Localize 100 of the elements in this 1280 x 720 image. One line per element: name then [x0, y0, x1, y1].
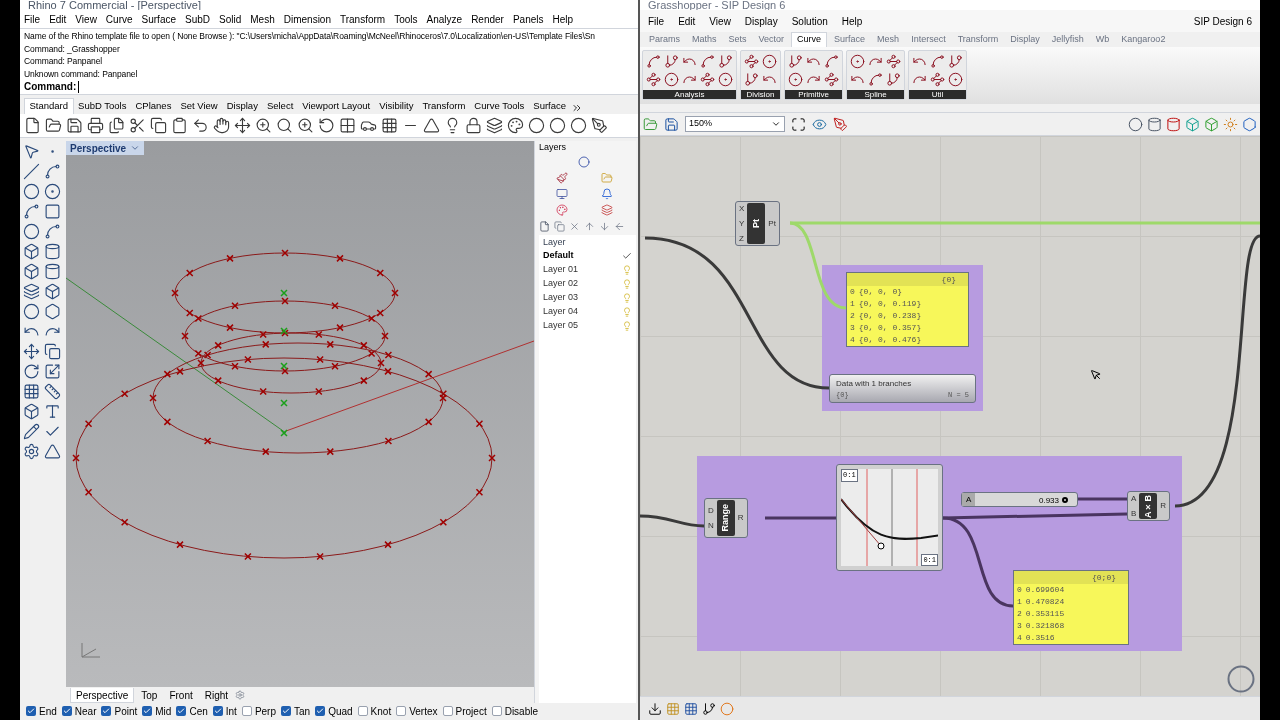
files-icon[interactable]	[108, 117, 125, 134]
menu-item[interactable]: Panels	[512, 11, 544, 27]
zoom-dropdown[interactable]: 150%	[685, 116, 785, 132]
search-icon[interactable]	[276, 117, 293, 134]
ruler-icon[interactable]	[44, 383, 61, 400]
cylinder-icon[interactable]	[1147, 116, 1162, 132]
slider-thumb[interactable]	[1061, 497, 1068, 503]
toolbar-tab[interactable]: Transform	[417, 98, 470, 114]
grid-icon[interactable]	[339, 117, 356, 134]
menu-item[interactable]: Surface	[141, 11, 176, 27]
component-tab[interactable]: Transform	[952, 32, 1004, 47]
move-up-icon[interactable]	[584, 221, 595, 232]
component-tab[interactable]: Maths	[687, 32, 722, 47]
menu-item[interactable]: View	[709, 13, 731, 29]
menu-item[interactable]: Edit	[49, 11, 67, 27]
component-tab[interactable]: Curve	[791, 32, 828, 47]
curve-icon[interactable]	[824, 54, 839, 69]
component-tab[interactable]: Jellyfish	[1046, 32, 1089, 47]
circle-icon[interactable]	[23, 183, 40, 200]
component-tab[interactable]: Wb	[1090, 32, 1115, 47]
file-icon[interactable]	[24, 117, 41, 134]
layer-name[interactable]: Layer 02	[543, 277, 622, 291]
toolbar-tab[interactable]: Surface	[528, 98, 571, 114]
box-icon[interactable]	[44, 283, 61, 300]
viewport-tab[interactable]: Right	[199, 687, 234, 703]
menu-item[interactable]: Help	[841, 13, 863, 29]
hexagon-icon[interactable]	[44, 303, 61, 320]
branch-icon[interactable]	[886, 72, 901, 87]
curve-icon[interactable]	[868, 72, 883, 87]
branch-icon[interactable]	[718, 54, 733, 69]
component-tab[interactable]: Vector	[753, 32, 790, 47]
circle-icon[interactable]	[664, 72, 679, 87]
menu-item[interactable]: SubD	[185, 11, 211, 27]
move-down-icon[interactable]	[599, 221, 610, 232]
cylinder-icon[interactable]	[1166, 116, 1181, 132]
delete-icon[interactable]	[569, 221, 580, 232]
hexagon-icon[interactable]	[1242, 116, 1257, 132]
component-tab[interactable]: Params	[644, 32, 685, 47]
grid-icon[interactable]	[23, 383, 40, 400]
line-icon[interactable]	[23, 163, 40, 180]
grid-icon[interactable]	[381, 117, 398, 134]
menu-item[interactable]: View	[75, 11, 97, 27]
save-icon[interactable]	[664, 116, 679, 132]
rectangle-icon[interactable]	[44, 203, 61, 220]
box-icon[interactable]	[23, 263, 40, 280]
layer-name[interactable]: Layer 04	[543, 305, 622, 319]
curve-icon[interactable]	[44, 163, 61, 180]
branch-icon[interactable]	[702, 701, 716, 716]
viewport-title[interactable]: Perspective	[66, 141, 145, 155]
menu-item[interactable]: Help	[552, 11, 574, 27]
circle-icon[interactable]	[948, 72, 963, 87]
hand-icon[interactable]	[213, 117, 230, 134]
menu-item[interactable]: Analyze	[426, 11, 463, 27]
toolbar-tab[interactable]: Visibility	[374, 98, 418, 114]
box-icon[interactable]	[23, 403, 40, 420]
layers-icon[interactable]	[23, 283, 40, 300]
menu-item[interactable]: Edit	[678, 13, 696, 29]
move-icon[interactable]	[23, 343, 40, 360]
menu-item[interactable]: Render	[471, 11, 504, 27]
branch-icon[interactable]	[744, 72, 759, 87]
scissors-icon[interactable]	[129, 117, 146, 134]
arrow-left-icon[interactable]	[614, 221, 625, 232]
triangle-icon[interactable]	[423, 117, 440, 134]
menu-item[interactable]: Dimension	[283, 11, 331, 27]
printer-icon[interactable]	[87, 117, 104, 134]
circle-icon[interactable]	[788, 72, 803, 87]
rotate-icon[interactable]	[23, 363, 40, 380]
menu-item[interactable]: Display	[744, 13, 778, 29]
curve-icon[interactable]	[646, 54, 661, 69]
copy-icon[interactable]	[150, 117, 167, 134]
bell-icon[interactable]	[600, 188, 613, 200]
layer-name[interactable]: Layer 03	[543, 291, 622, 305]
copy-icon[interactable]	[44, 343, 61, 360]
component-tab[interactable]: Intersect	[906, 32, 951, 47]
menu-item[interactable]: Transform	[340, 11, 386, 27]
circle-icon[interactable]	[718, 72, 733, 87]
layers-icon[interactable]	[486, 117, 503, 134]
save-icon[interactable]	[66, 117, 83, 134]
pointer-icon[interactable]	[23, 143, 40, 160]
component-tab[interactable]: Surface	[829, 32, 871, 47]
viewport-tab[interactable]: Perspective	[70, 687, 135, 703]
layer-name[interactable]: Layer 05	[543, 319, 622, 333]
new-layer-icon[interactable]	[539, 221, 550, 232]
rotate-icon[interactable]	[318, 117, 335, 134]
triangle-icon[interactable]	[44, 443, 61, 460]
toolbar-tab[interactable]: Select	[262, 98, 298, 114]
number-slider[interactable]: A 0.933	[961, 492, 1078, 507]
curve-icon[interactable]	[930, 54, 945, 69]
layer-name[interactable]: Default	[543, 249, 622, 263]
zoom-in-icon[interactable]	[255, 117, 272, 134]
toolbar-tab[interactable]: Set View	[175, 98, 223, 114]
toolbar-tab[interactable]: Viewport Layout	[297, 98, 375, 114]
download-icon[interactable]	[648, 701, 662, 716]
pen-icon[interactable]	[833, 116, 848, 132]
toolbar-tab[interactable]: Curve Tools	[469, 98, 529, 114]
text-icon[interactable]	[44, 403, 61, 420]
settings-icon[interactable]	[23, 443, 40, 460]
data-panel[interactable]: {0} 0 {0, 0, 0} 1 {0, 0, 0.119} 2 {0, 0, 0.238} 3 {0, 0, 0.357} 4 {0, 0, 0.476}	[846, 272, 969, 347]
viewport-tab[interactable]: Front	[164, 687, 198, 703]
menu-item[interactable]: File	[24, 11, 41, 27]
